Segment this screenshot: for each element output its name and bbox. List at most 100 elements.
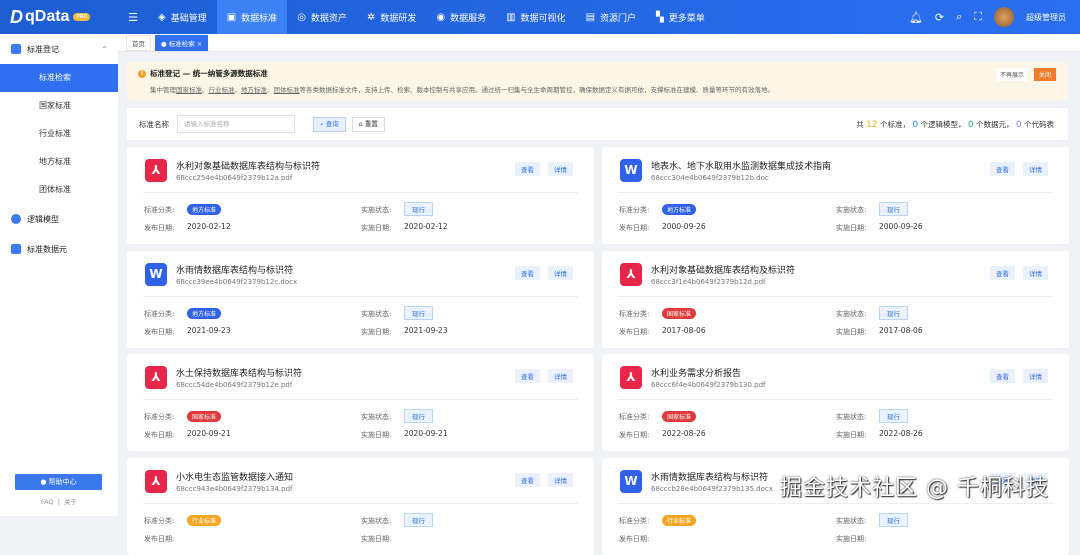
label: 标准数据元 xyxy=(27,244,67,254)
about-link[interactable]: 关于 xyxy=(64,498,77,506)
standard-card: ⅄ 水利对象基础数据库表结构及标识符 68ccc3f1e4b0649f2379b… xyxy=(602,250,1069,348)
category-tag: 地方标准 xyxy=(187,204,222,215)
avatar[interactable] xyxy=(994,7,1014,27)
impl-label: 实施日期: xyxy=(361,431,392,439)
sidebar-group-register[interactable]: 标准登记 ⌃ xyxy=(0,34,118,64)
refresh-icon[interactable]: ⟳ xyxy=(935,11,944,24)
nav-item[interactable]: ◈ 基础管理 xyxy=(148,0,217,34)
publish-label: 发布日期: xyxy=(144,431,175,439)
impl-date: 2020-09-21 xyxy=(404,429,448,438)
card-filename: 68ccc39ee4b0649f2379b12c.docx xyxy=(176,277,298,286)
nav-item[interactable]: ▚ 更多菜单 xyxy=(646,0,715,34)
sidebar-item-national[interactable]: 国家标准 xyxy=(0,92,118,120)
nav-item[interactable]: ▤ 资源门户 xyxy=(576,0,646,34)
detail-button[interactable]: 详情 xyxy=(548,265,573,280)
impl-date: 2020-02-12 xyxy=(404,222,448,231)
standard-card: ⅄ 水利对象基础数据库表结构与标识符 68ccc254e4b0649f2379b… xyxy=(127,147,594,244)
chevron-up-icon: ⌃ xyxy=(101,44,108,54)
impl-label: 实施日期: xyxy=(836,431,867,439)
info-banner: ! 标准登记 — 统一纳管多源数据标准 集中管理国家标准、行业标准、地方标准、团体… xyxy=(127,62,1068,100)
card-filename: 68ccc6f4e4b0649f2379b130.pdf xyxy=(651,381,766,389)
impl-label: 实施日期: xyxy=(836,327,867,336)
detail-button[interactable]: 详情 xyxy=(548,162,573,176)
impl-date: 2017-08-06 xyxy=(879,325,923,335)
sidebar-item-local[interactable]: 地方标准 xyxy=(0,148,118,176)
sidebar: 标准登记 ⌃ 标准检索 国家标准 行业标准 地方标准 团体标准 逻辑模型 标准数据… xyxy=(0,34,118,516)
view-button[interactable]: 查看 xyxy=(990,265,1015,280)
card-title[interactable]: 水土保持数据库表结构与标识符 xyxy=(176,366,302,379)
detail-button[interactable]: 详情 xyxy=(548,369,573,383)
separator: | xyxy=(57,498,60,506)
card-title[interactable]: 水利业务需求分析报告 xyxy=(651,366,741,379)
category-label: 标准分类: xyxy=(619,206,650,214)
logo[interactable]: DqData PRO xyxy=(0,7,118,28)
nav-item[interactable]: ▣ 数据标准 xyxy=(216,0,288,34)
category-label: 标准分类: xyxy=(619,413,650,421)
close-banner-button[interactable]: 关闭 xyxy=(1033,68,1056,81)
view-button[interactable]: 查看 xyxy=(515,369,540,383)
fullscreen-icon[interactable]: ⛶ xyxy=(974,10,982,24)
tab-standard-search[interactable]: ● 标准检索 × xyxy=(155,34,209,51)
search-icon[interactable]: ⌕ xyxy=(956,10,962,24)
label: 标准检索 xyxy=(168,39,195,48)
doc-file-icon: W xyxy=(620,159,642,182)
link-national[interactable]: 国家标准 xyxy=(176,86,202,94)
menu-toggle-icon[interactable]: ☰ xyxy=(118,11,148,24)
nav-item[interactable]: ✲ 数据研发 xyxy=(357,0,426,34)
view-button[interactable]: 查看 xyxy=(515,265,540,280)
category-label: 标准分类: xyxy=(144,413,175,421)
link-group[interactable]: 团体标准 xyxy=(274,86,300,94)
nav-item[interactable]: ▥ 数据可视化 xyxy=(496,0,575,34)
publish-label: 发布日期: xyxy=(619,431,650,439)
sidebar-item-logic-model[interactable]: 逻辑模型 xyxy=(0,204,118,234)
status-badge: 现行 xyxy=(404,409,433,423)
dont-show-button[interactable]: 不再展示 xyxy=(995,68,1028,81)
reset-button[interactable]: ⌂ 重置 xyxy=(351,116,385,132)
card-title[interactable]: 地表水、地下水取用水监测数据集成技术指南 xyxy=(651,159,831,172)
standard-card: ⅄ 水土保持数据库表结构与标识符 68ccc54de4b0649f2379b12… xyxy=(127,354,594,451)
standard-card: W 水雨情数据库表结构与标识符 68ccc39ee4b0649f2379b12c… xyxy=(127,250,594,348)
nav-item[interactable]: ◉ 数据服务 xyxy=(426,0,496,34)
card-title[interactable]: 小水电生态监管数据接入通知 xyxy=(176,470,293,483)
link-industry[interactable]: 行业标准 xyxy=(209,86,235,94)
card-title[interactable]: 水雨情数据库表结构与标识符 xyxy=(651,470,768,483)
help-center-button[interactable]: ● 帮助中心 xyxy=(15,474,102,490)
detail-button[interactable]: 详情 xyxy=(548,472,573,487)
element-icon xyxy=(11,244,21,254)
detail-button[interactable]: 详情 xyxy=(1023,369,1048,383)
nav-item[interactable]: ◎ 数据资产 xyxy=(287,0,357,34)
view-button[interactable]: 查看 xyxy=(515,162,540,176)
stats-summary: 共 12 个标准， 0 个逻辑模型， 0 个数据元， 0 个代码表 xyxy=(856,119,1054,130)
faq-link[interactable]: FAQ xyxy=(41,498,54,506)
link-local[interactable]: 地方标准 xyxy=(241,86,267,94)
impl-label: 实施日期: xyxy=(361,327,392,336)
sidebar-item-search[interactable]: 标准检索 xyxy=(0,64,118,92)
sidebar-item-data-element[interactable]: 标准数据元 xyxy=(0,234,118,264)
publish-label: 发布日期: xyxy=(144,327,175,336)
card-title[interactable]: 水利对象基础数据库表结构及标识符 xyxy=(651,263,795,276)
sidebar-item-industry[interactable]: 行业标准 xyxy=(0,120,118,148)
detail-button[interactable]: 详情 xyxy=(1023,162,1048,176)
view-button[interactable]: 查看 xyxy=(515,472,540,487)
user-name[interactable]: 超级管理员 xyxy=(1026,12,1066,23)
view-button[interactable]: 查看 xyxy=(990,369,1015,383)
banner-title: 标准登记 — 统一纳管多源数据标准 xyxy=(150,69,268,78)
query-button[interactable]: ⌕ 查询 xyxy=(313,116,346,132)
pro-badge: PRO xyxy=(73,13,91,21)
pdf-file-icon: ⅄ xyxy=(145,469,167,493)
status-badge: 现行 xyxy=(404,202,433,216)
nav-label: 数据资产 xyxy=(310,13,347,24)
card-title[interactable]: 水利对象基础数据库表结构与标识符 xyxy=(176,159,320,172)
status-badge: 现行 xyxy=(879,305,908,320)
doc-file-icon: W xyxy=(145,262,167,286)
sidebar-item-group[interactable]: 团体标准 xyxy=(0,176,118,204)
category-tag: 国家标准 xyxy=(662,307,697,319)
tab-home[interactable]: 首页 xyxy=(126,34,151,51)
nav-label: 资源门户 xyxy=(600,13,637,24)
view-button[interactable]: 查看 xyxy=(990,162,1015,176)
detail-button[interactable]: 详情 xyxy=(1023,265,1048,280)
standard-name-input[interactable]: 请输入标准名称 xyxy=(177,115,295,133)
close-icon[interactable]: × xyxy=(197,40,202,48)
bell-icon[interactable]: 🔔︎ xyxy=(909,11,923,24)
card-title[interactable]: 水雨情数据库表结构与标识符 xyxy=(176,263,293,276)
